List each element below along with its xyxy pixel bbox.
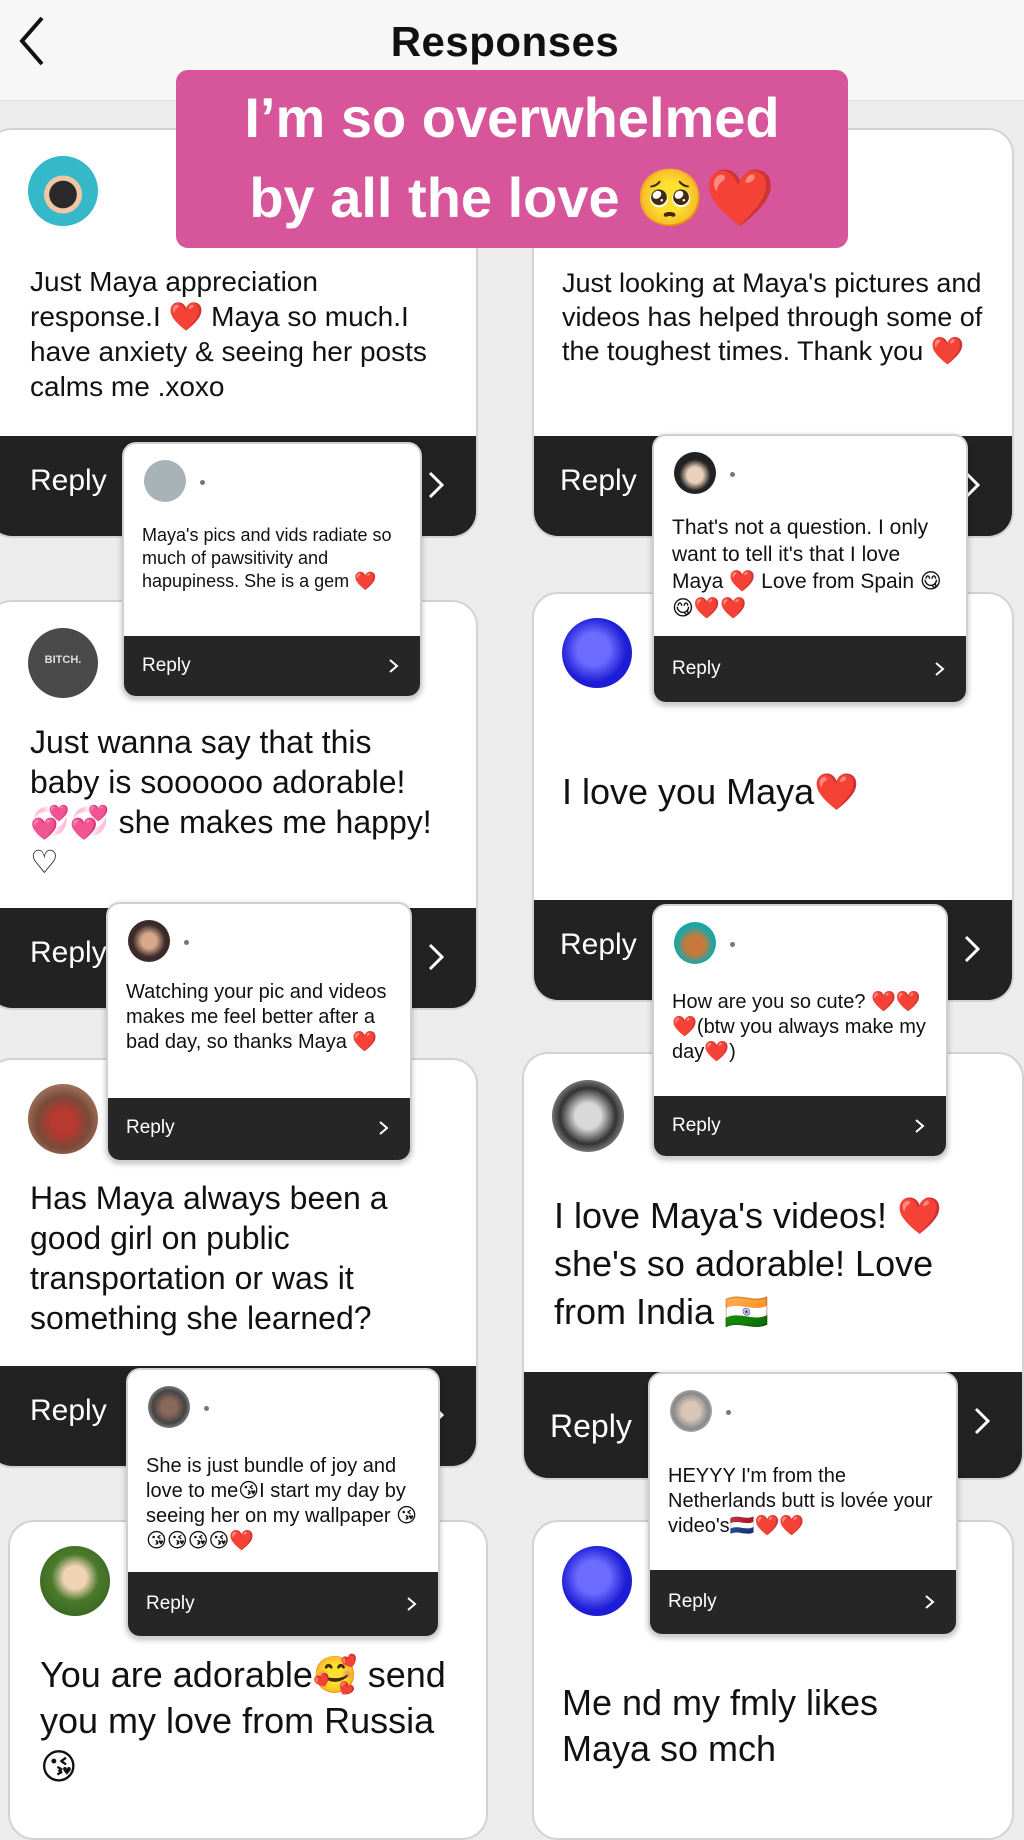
avatar xyxy=(674,922,716,964)
response-text: Watching your pic and videos makes me fe… xyxy=(126,981,387,1053)
chevron-right-icon xyxy=(964,935,981,963)
reply-label: Reply xyxy=(560,928,637,961)
response-text: That's not a question. I only want to te… xyxy=(672,516,942,620)
chevron-right-icon xyxy=(925,1595,935,1609)
response-text: I love you Maya❤️ xyxy=(562,771,859,812)
response-text: Just wanna say that this baby is soooooo… xyxy=(30,724,432,880)
response-text: HEYYY I'm from the Netherlands butt is l… xyxy=(668,1465,933,1537)
banner-line-1: I’m so overwhelmed xyxy=(244,86,780,149)
avatar xyxy=(128,920,170,962)
chevron-right-icon xyxy=(915,1119,925,1133)
reply-bar[interactable]: Reply xyxy=(108,1098,410,1160)
avatar: BITCH. xyxy=(28,628,98,698)
avatar xyxy=(144,460,186,502)
chevron-right-icon xyxy=(974,1407,991,1435)
chevron-right-icon xyxy=(407,1597,417,1611)
avatar xyxy=(674,452,716,494)
response-text: Maya's pics and vids radiate so much of … xyxy=(142,525,392,591)
overlay-response-card: That's not a question. I only want to te… xyxy=(652,434,968,704)
reply-bar[interactable]: Reply xyxy=(650,1570,956,1634)
avatar xyxy=(562,618,632,688)
chevron-right-icon xyxy=(935,662,945,676)
response-text: She is just bundle of joy and love to me… xyxy=(146,1455,417,1552)
avatar-label: BITCH. xyxy=(44,654,82,666)
avatar xyxy=(40,1546,110,1616)
username-placeholder xyxy=(730,472,735,477)
avatar xyxy=(28,1084,98,1154)
reply-label: Reply xyxy=(146,1593,195,1614)
page-title: Responses xyxy=(390,18,620,65)
reply-label: Reply xyxy=(30,1394,107,1427)
reply-bar[interactable]: Reply xyxy=(654,1096,946,1156)
reply-label: Reply xyxy=(30,936,107,969)
avatar xyxy=(28,156,98,226)
response-text: Just Maya appreciation response.I ❤️ May… xyxy=(30,266,427,402)
reply-label: Reply xyxy=(672,658,721,679)
story-banner: I’m so overwhelmed by all the love 🥺❤️ xyxy=(176,70,848,248)
response-text: Just looking at Maya's pictures and vide… xyxy=(562,268,983,366)
reply-bar[interactable]: Reply xyxy=(124,636,420,696)
overlay-response-card: Maya's pics and vids radiate so much of … xyxy=(122,442,422,698)
overlay-response-card: She is just bundle of joy and love to me… xyxy=(126,1368,440,1638)
username-placeholder xyxy=(200,480,205,485)
avatar xyxy=(670,1390,712,1432)
username-placeholder xyxy=(184,940,189,945)
reply-label: Reply xyxy=(30,464,107,497)
response-text: How are you so cute? ❤️❤️❤️(btw you alwa… xyxy=(672,991,926,1063)
reply-label: Reply xyxy=(550,1408,632,1444)
username-placeholder xyxy=(726,1410,731,1415)
reply-bar[interactable]: Reply xyxy=(654,636,966,702)
overlay-response-card: Watching your pic and videos makes me fe… xyxy=(106,902,412,1162)
avatar xyxy=(552,1080,624,1152)
response-text: Me nd my fmly likes Maya so mch xyxy=(562,1682,879,1769)
chevron-right-icon xyxy=(389,659,399,673)
response-text: I love Maya's videos! ❤️ she's so adorab… xyxy=(554,1195,942,1332)
reply-label: Reply xyxy=(560,464,637,497)
chevron-right-icon xyxy=(428,471,445,499)
avatar xyxy=(148,1386,190,1428)
overlay-response-card: How are you so cute? ❤️❤️❤️(btw you alwa… xyxy=(652,904,948,1158)
banner-line-2: by all the love 🥺❤️ xyxy=(249,166,775,229)
avatar xyxy=(562,1546,632,1616)
reply-label: Reply xyxy=(672,1115,721,1136)
reply-label: Reply xyxy=(668,1591,717,1612)
reply-label: Reply xyxy=(126,1117,175,1138)
reply-label: Reply xyxy=(142,655,191,676)
username-placeholder xyxy=(204,1406,209,1411)
chevron-right-icon xyxy=(379,1121,389,1135)
reply-bar[interactable]: Reply xyxy=(128,1572,438,1636)
response-text: Has Maya always been a good girl on publ… xyxy=(30,1180,388,1336)
username-placeholder xyxy=(730,942,735,947)
response-text: You are adorable🥰 send you my love from … xyxy=(40,1654,446,1787)
chevron-right-icon xyxy=(428,943,445,971)
overlay-response-card: HEYYY I'm from the Netherlands butt is l… xyxy=(648,1372,958,1636)
